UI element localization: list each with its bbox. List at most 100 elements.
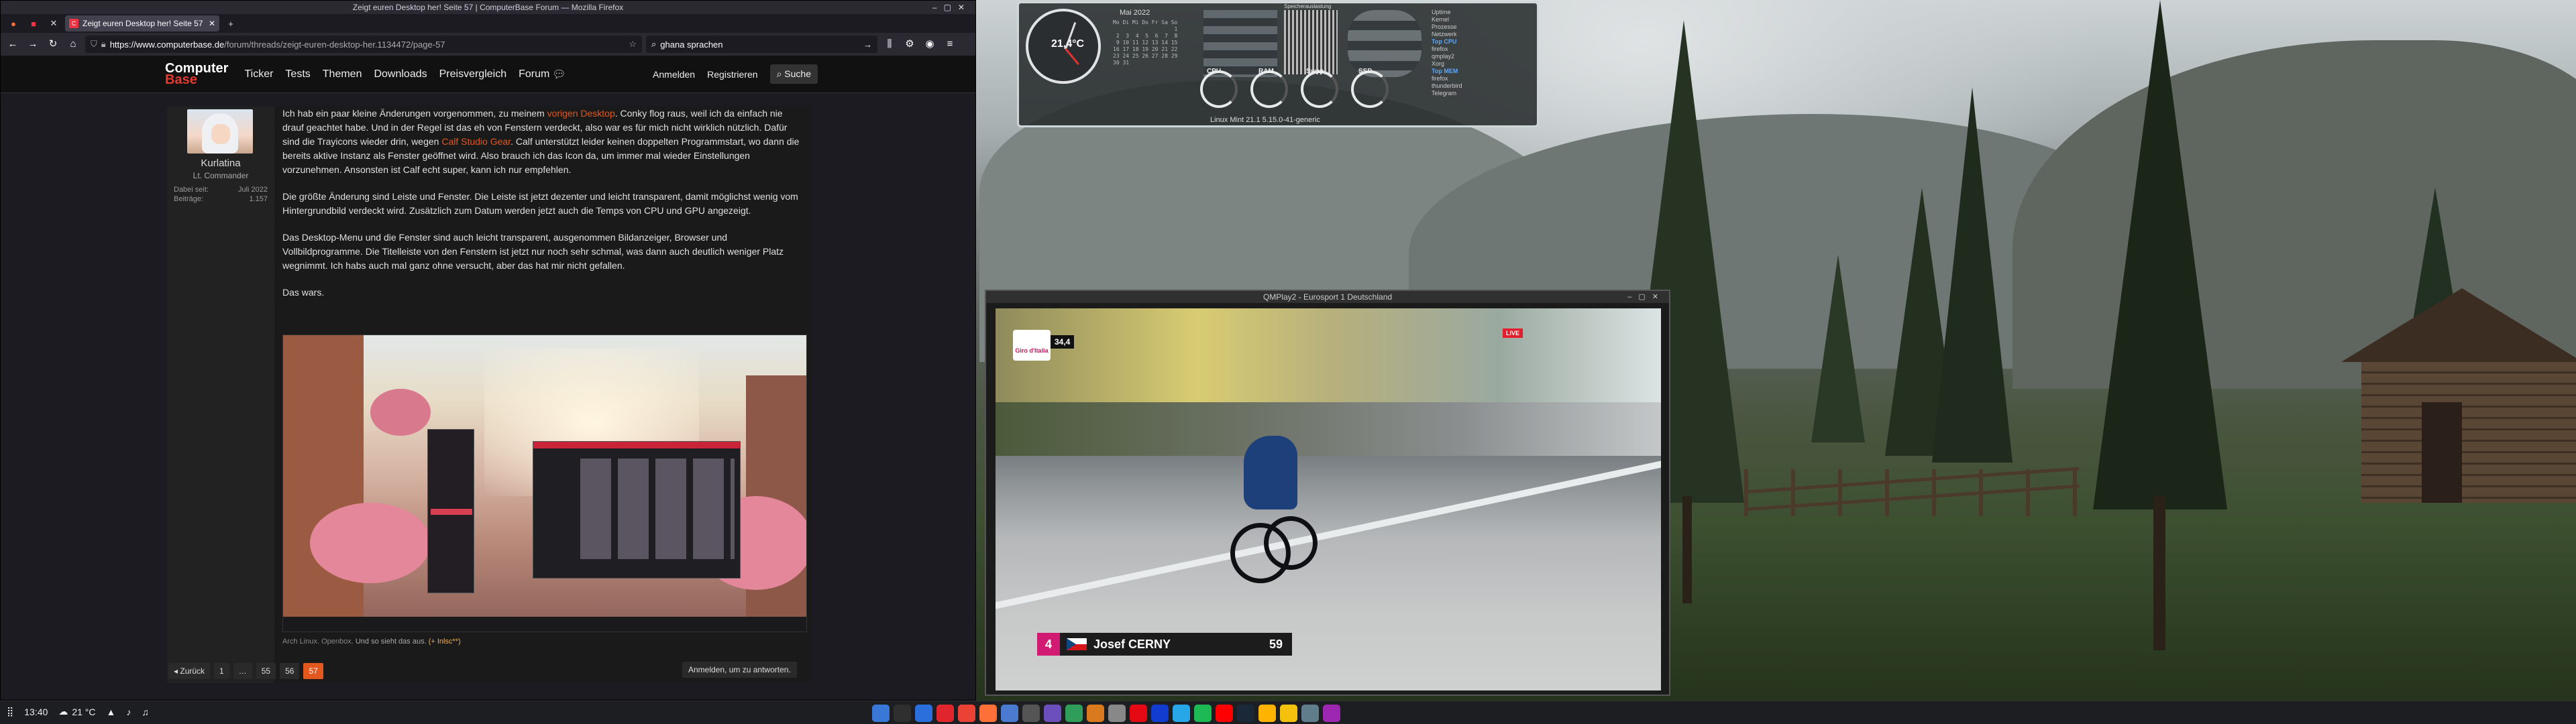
home-icon[interactable]: ⌂ — [65, 36, 81, 52]
link-calf-studio-gear[interactable]: Calf Studio Gear — [441, 136, 511, 147]
pinned-tab-icon[interactable]: ● — [5, 16, 22, 31]
shield-icon[interactable]: ⛉ — [91, 39, 97, 50]
app-menu-icon[interactable]: ⣿ — [7, 706, 13, 717]
taskbar-app-steam-icon[interactable] — [1237, 705, 1254, 722]
taskbar-app-mail-icon[interactable] — [915, 705, 932, 722]
extension-icon[interactable]: ⚙ — [902, 36, 918, 52]
taskbar-app-audio-icon[interactable] — [1258, 705, 1276, 722]
qmplay2-window: QMPlay2 - Eurosport 1 Deutschland –▢✕ Gi… — [985, 290, 1670, 696]
conky-widget: 21,4°C Mai 2022 Mo Di Mi Do Fr Sa So 1 2… — [1017, 1, 1539, 127]
image-taskbar — [283, 617, 806, 631]
clock[interactable]: 13:40 — [24, 707, 48, 717]
ram-gauge-label: RAM — [1258, 68, 1274, 75]
login-link[interactable]: Anmelden — [653, 69, 695, 80]
computerbase-logo[interactable]: Computer Base — [165, 62, 228, 86]
taskbar-app-dateien-icon[interactable] — [872, 705, 890, 722]
weather-icon[interactable]: ☁ — [58, 706, 68, 717]
url-path: /forum/threads/zeigt-euren-desktop-her.1… — [224, 39, 445, 50]
image-blossom — [310, 503, 431, 583]
taskbar-app-editor-icon[interactable] — [1022, 705, 1040, 722]
taskbar-app-bild-icon[interactable] — [1044, 705, 1061, 722]
url-bar[interactable]: ⛉ 🔒︎ https://www.computerbase.de/forum/t… — [85, 36, 642, 53]
taskbar-app-netflix-icon[interactable] — [1130, 705, 1147, 722]
back-icon[interactable]: ← — [5, 36, 21, 52]
weather-temp[interactable]: 21 °C — [72, 707, 95, 717]
taskbar-app-extras-icon[interactable] — [1323, 705, 1340, 722]
search-icon: ⌕ — [776, 68, 785, 79]
url-host: https://www.computerbase.de — [109, 39, 225, 50]
player-title: QMPlay2 - Eurosport 1 Deutschland — [1263, 292, 1393, 302]
taskbar-app-backup-icon[interactable] — [1108, 705, 1126, 722]
tab-active[interactable]: C Zeigt euren Desktop her! Seite 57 ✕ — [65, 15, 219, 32]
tray-arrow-icon[interactable]: ▲ — [106, 707, 115, 717]
calendar-month: Mai 2022 — [1120, 9, 1150, 17]
taskbar-app-kalender-icon[interactable] — [1087, 705, 1104, 722]
caption-text: Und so sieht das aus. — [353, 638, 429, 646]
page-link[interactable]: 56 — [280, 663, 300, 679]
giro-logo: Giro d'Italia — [1013, 330, 1051, 361]
stats-line: Kernel — [1432, 16, 1450, 23]
taskbar-app-notizen-icon[interactable] — [1280, 705, 1297, 722]
bookmark-star-icon[interactable]: ☆ — [629, 39, 637, 50]
caption-link[interactable]: (+ Inlsc**) — [429, 638, 461, 646]
pinned-tab-icon[interactable]: ✕ — [45, 16, 62, 31]
taskbar-app-opera-icon[interactable] — [936, 705, 954, 722]
register-link[interactable]: Registrieren — [707, 69, 757, 80]
taskbar-app-spotify-icon[interactable] — [1194, 705, 1212, 722]
library-icon[interactable]: ⫼ — [881, 36, 898, 52]
taskbar-app-einstellungen-icon[interactable] — [1301, 705, 1319, 722]
taskbar-app-firefox-icon[interactable] — [979, 705, 997, 722]
reload-icon[interactable]: ↻ — [45, 36, 61, 52]
nav-themen[interactable]: Themen — [323, 68, 362, 80]
stats-line: firefox — [1432, 46, 1448, 52]
player-titlebar[interactable]: QMPlay2 - Eurosport 1 Deutschland –▢✕ — [986, 291, 1669, 303]
rider-name: Josef CERNY — [1093, 637, 1171, 651]
site-search-button[interactable]: ⌕ Suche — [769, 64, 818, 84]
nav-downloads[interactable]: Downloads — [374, 68, 427, 80]
page-ellipsis[interactable]: … — [233, 663, 252, 679]
search-go-icon[interactable]: → — [863, 40, 872, 50]
username[interactable]: Kurlatina — [167, 158, 274, 169]
page-link[interactable]: 1 — [214, 663, 229, 679]
music-icon[interactable]: ♫ — [142, 707, 149, 717]
post-paragraph: Das Desktop-Menu und die Fenster sind au… — [282, 232, 784, 271]
account-icon[interactable]: ◉ — [922, 36, 938, 52]
page-link[interactable]: 55 — [256, 663, 276, 679]
weather-panel — [1203, 10, 1277, 77]
current-page[interactable]: 57 — [303, 663, 323, 679]
close-tab-icon[interactable]: ✕ — [209, 19, 215, 28]
audio-icon[interactable]: ♪ — [126, 707, 131, 717]
nav-ticker[interactable]: Ticker — [244, 68, 273, 80]
kernel-version: Linux Mint 21.1 5.15.0-41-generic — [1210, 116, 1320, 124]
nav-preisvergleich[interactable]: Preisvergleich — [439, 68, 506, 80]
taskbar-app-screenshot-icon[interactable] — [1065, 705, 1083, 722]
nav-forum[interactable]: Forum — [519, 68, 549, 80]
login-to-reply-button[interactable]: Anmelden, um zu antworten. — [682, 662, 797, 678]
window-titlebar[interactable]: Zeigt euren Desktop her! Seite 57 | Comp… — [1, 1, 975, 14]
link-vorigen-desktop[interactable]: vorigen Desktop — [547, 108, 615, 119]
taskbar-app-telegram-icon[interactable] — [1173, 705, 1190, 722]
prev-page-button[interactable]: ◂ Zurück — [168, 663, 211, 679]
window-controls[interactable]: –▢✕ — [932, 1, 971, 14]
window-controls[interactable]: –▢✕ — [1627, 291, 1665, 303]
new-tab-icon[interactable]: + — [222, 16, 239, 31]
taskbar-app-terminal-icon[interactable] — [894, 705, 911, 722]
taskbar-app-disney--icon[interactable] — [1151, 705, 1169, 722]
lock-icon[interactable]: 🔒︎ — [101, 39, 106, 50]
taskbar-app-youtube-icon[interactable] — [1216, 705, 1233, 722]
pinned-tab-icon[interactable]: ■ — [25, 16, 42, 31]
taskbar-app-chrome-icon[interactable] — [958, 705, 975, 722]
menu-icon[interactable]: ≡ — [942, 36, 958, 52]
search-bar[interactable]: ⌕ ghana sprachen → — [646, 36, 877, 53]
tab-title: Zeigt euren Desktop her! Seite 57 — [83, 19, 203, 28]
avatar[interactable] — [187, 109, 253, 154]
taskbar-app-dateien-icon[interactable] — [1001, 705, 1018, 722]
video-background-houses — [996, 308, 1661, 409]
chat-bubble-icon[interactable]: 💬︎ — [552, 68, 566, 81]
temperature: 21,4°C — [1051, 38, 1085, 50]
user-joined: Dabei seit: Juli 2022 — [174, 186, 268, 194]
video-area[interactable]: Giro d'Italia 34,4 LIVE 4 Josef CERNY 59 — [996, 308, 1661, 690]
post-screenshot-image[interactable] — [282, 335, 807, 632]
forward-icon[interactable]: → — [25, 36, 41, 52]
nav-tests[interactable]: Tests — [285, 68, 310, 80]
